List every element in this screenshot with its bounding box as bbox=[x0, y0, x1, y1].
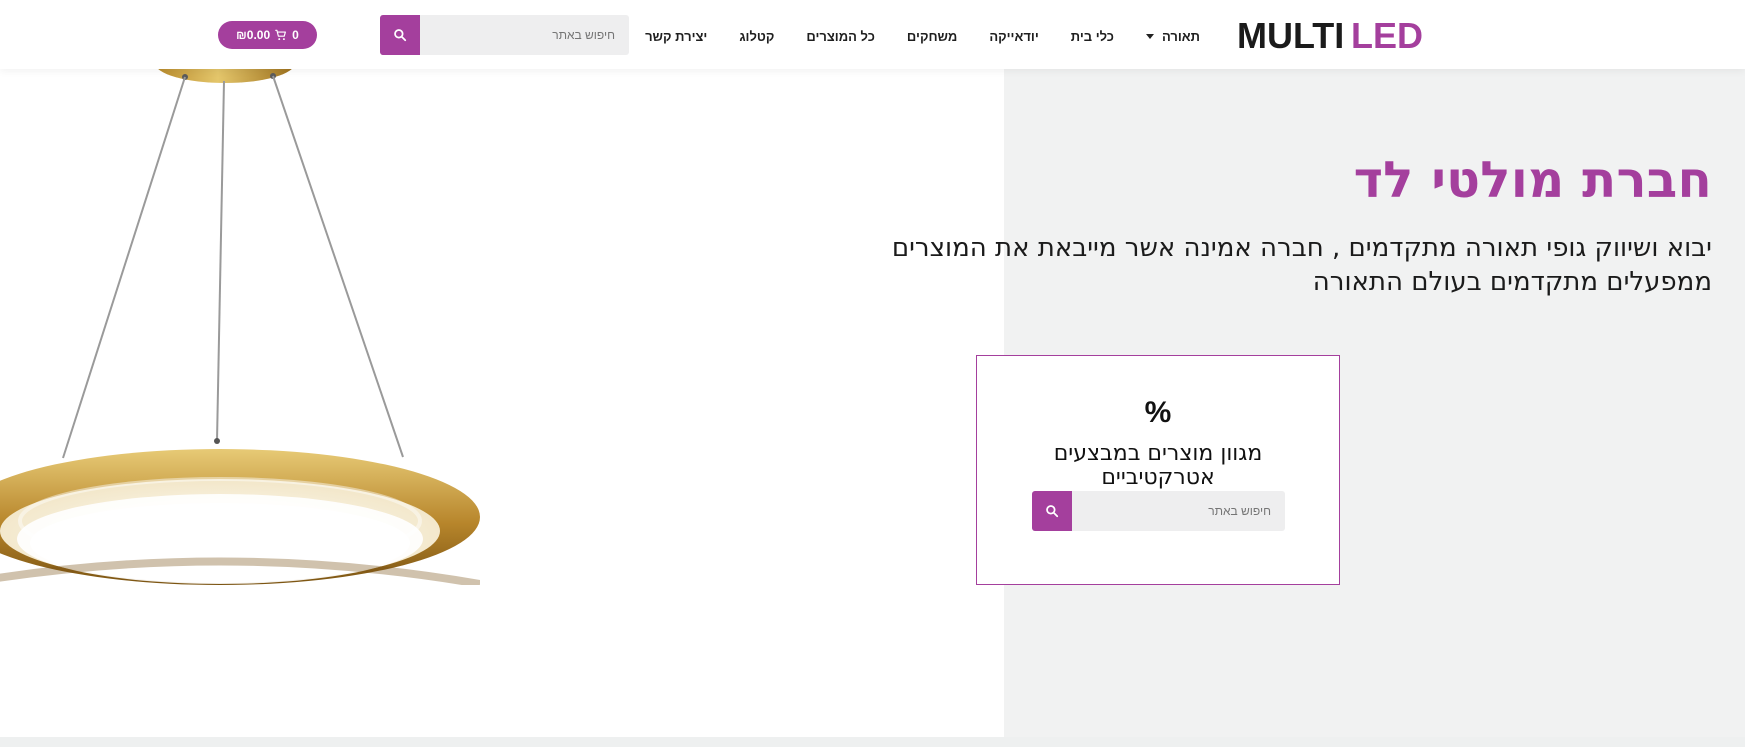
nav-item-all-products[interactable]: כל המוצרים bbox=[806, 29, 875, 44]
pendant-lamp-image bbox=[0, 69, 480, 585]
promo-search bbox=[1032, 491, 1285, 531]
cart-button[interactable]: ₪0.00 0 bbox=[218, 21, 317, 49]
nav-item-catalog[interactable]: קטלוג bbox=[739, 29, 774, 44]
cart-icon bbox=[275, 29, 287, 41]
svg-text:MULTI: MULTI bbox=[1237, 15, 1344, 55]
nav-item-games[interactable]: משחקים bbox=[907, 29, 957, 44]
bottom-strip bbox=[0, 737, 1745, 747]
cart-amount: ₪0.00 bbox=[236, 28, 271, 42]
page: MULTI LED תאורה כלי בית יודאייקה משחקים … bbox=[0, 0, 1745, 747]
nav-item-label: תאורה bbox=[1161, 28, 1200, 44]
nav-item-household[interactable]: כלי בית bbox=[1071, 29, 1114, 44]
logo-mark: MULTI LED bbox=[1237, 15, 1423, 55]
percent-icon: % bbox=[1144, 396, 1172, 429]
nav-item-lighting[interactable]: תאורה bbox=[1145, 28, 1200, 44]
nav-item-label: יודאייקה bbox=[989, 28, 1039, 44]
main-nav: תאורה כלי בית יודאייקה משחקים כל המוצרים… bbox=[645, 25, 1200, 47]
search-icon bbox=[394, 29, 407, 42]
search-button[interactable] bbox=[380, 15, 420, 55]
nav-item-label: קטלוג bbox=[739, 28, 775, 44]
pendant-lamp-illustration bbox=[0, 69, 480, 585]
nav-item-label: משחקים bbox=[906, 28, 958, 44]
nav-item-label: כלי בית bbox=[1070, 28, 1114, 44]
search-icon bbox=[1046, 505, 1059, 518]
promo-search-button[interactable] bbox=[1032, 491, 1072, 531]
nav-item-judaica[interactable]: יודאייקה bbox=[989, 29, 1038, 44]
promo-card: % מגוון מוצרים במבצעים אטרקטיביים bbox=[976, 355, 1340, 585]
cart-count: 0 bbox=[292, 28, 299, 42]
header-search bbox=[380, 15, 629, 55]
chevron-down-icon bbox=[1145, 34, 1154, 39]
logo[interactable]: MULTI LED bbox=[1237, 15, 1435, 55]
nav-item-label: יצירת קשר bbox=[645, 28, 708, 44]
hero-subtitle: יבוא ושיווק גופי תאורה מתקדמים , חברה אמ… bbox=[891, 233, 1712, 297]
nav-item-contact[interactable]: יצירת קשר bbox=[645, 29, 707, 44]
hero-title: חברת מולטי לד bbox=[1353, 151, 1712, 209]
site-header: MULTI LED תאורה כלי בית יודאייקה משחקים … bbox=[0, 0, 1745, 69]
svg-text:LED: LED bbox=[1351, 15, 1423, 55]
promo-text: מגוון מוצרים במבצעים אטרקטיביים bbox=[1053, 441, 1263, 490]
nav-item-label: כל המוצרים bbox=[806, 28, 875, 44]
